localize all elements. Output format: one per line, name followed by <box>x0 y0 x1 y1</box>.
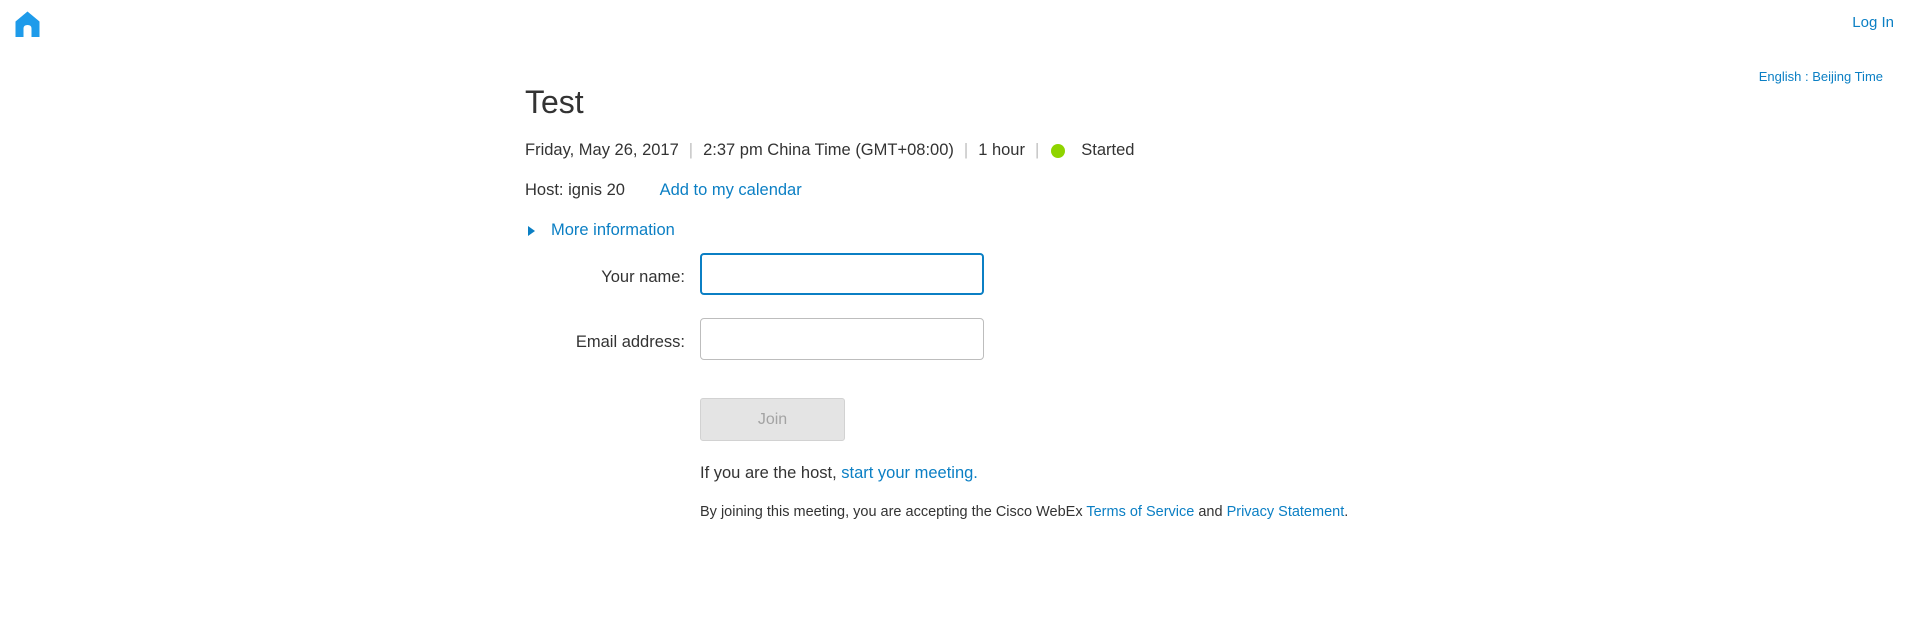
meeting-time: 2:37 pm China Time (GMT+08:00) <box>703 141 954 159</box>
name-input[interactable] <box>700 253 984 295</box>
terms-suffix: . <box>1344 504 1349 520</box>
language-timezone-link[interactable]: English : Beijing Time <box>1759 69 1883 84</box>
login-link[interactable]: Log In <box>1852 14 1894 31</box>
host-name: Host: ignis 20 <box>525 181 625 199</box>
meeting-title: Test <box>525 84 584 120</box>
email-input[interactable] <box>700 318 984 360</box>
meeting-status: Started <box>1081 141 1135 159</box>
host-start-prefix: If you are the host, <box>700 464 842 482</box>
terms-prefix: By joining this meeting, you are accepti… <box>700 504 1087 520</box>
separator: | <box>963 141 969 159</box>
meeting-duration: 1 hour <box>978 141 1025 159</box>
start-meeting-link[interactable]: start your meeting. <box>841 464 978 482</box>
meeting-date: Friday, May 26, 2017 <box>525 141 679 159</box>
email-label: Email address: <box>575 333 685 351</box>
join-button[interactable]: Join <box>700 398 845 441</box>
name-label: Your name: <box>601 268 685 286</box>
host-start-line: If you are the host, start your meeting. <box>700 464 978 483</box>
privacy-statement-link[interactable]: Privacy Statement <box>1227 504 1345 520</box>
terms-of-service-link[interactable]: Terms of Service <box>1086 504 1194 520</box>
separator: | <box>688 141 694 159</box>
more-information-label: More information <box>551 221 675 239</box>
meeting-join-page: Log In English : Beijing Time Test Frida… <box>0 0 1916 637</box>
terms-notice: By joining this meeting, you are accepti… <box>700 504 1348 520</box>
separator: | <box>1034 141 1040 159</box>
more-information-toggle[interactable]: More information <box>528 221 675 240</box>
terms-and: and <box>1194 504 1227 520</box>
meeting-meta: Friday, May 26, 2017 | 2:37 pm China Tim… <box>525 141 1134 160</box>
host-row: Host: ignis 20 Add to my calendar <box>525 181 802 200</box>
caret-right-icon <box>528 225 535 236</box>
add-to-calendar-link[interactable]: Add to my calendar <box>660 181 802 199</box>
home-icon[interactable] <box>14 10 41 38</box>
status-indicator-icon <box>1051 143 1066 158</box>
